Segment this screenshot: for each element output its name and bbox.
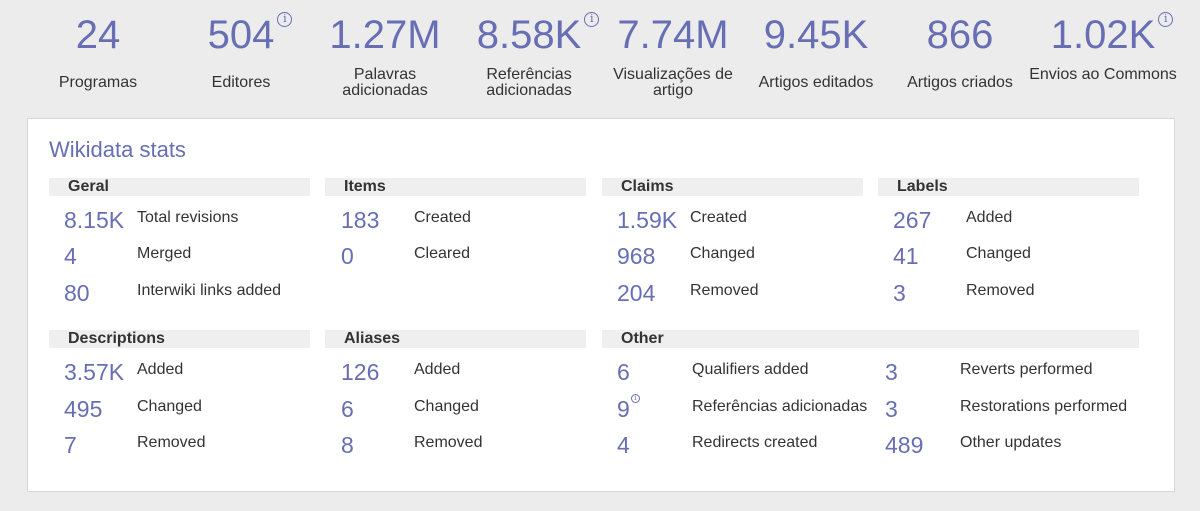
stat-label: Removed	[966, 282, 1035, 299]
stat-value: 6	[617, 359, 630, 385]
stat-artigos-editados: 9.45K Artigos editados	[741, 8, 891, 91]
stat-value: 8	[341, 432, 354, 458]
stat-value: 1.27M	[329, 13, 441, 57]
stat-label: Reverts performed	[960, 361, 1093, 378]
stat-label: Changed	[966, 245, 1031, 262]
stat-label: Created	[414, 209, 471, 226]
stat-label: Artigos criados	[907, 74, 1013, 91]
stat-value: 3	[885, 396, 898, 422]
stat-label: Restorations performed	[960, 398, 1128, 415]
stat-label: Visualizações de artigo	[613, 66, 733, 99]
stat-value: 7	[64, 432, 77, 458]
section-header-descriptions: Descriptions	[49, 330, 310, 348]
stat-value: 8.15K	[64, 207, 125, 233]
stat-label: Redirects created	[692, 434, 818, 451]
stat-value-text: 8.58K	[476, 13, 582, 57]
section-header-aliases: Aliases	[325, 330, 586, 348]
stat-label: Other updates	[960, 434, 1062, 451]
wikidata-stats-card: Wikidata stats Geral Items Claims Labels…	[27, 118, 1175, 492]
stat-value: 1.02K i	[1050, 8, 1174, 62]
stat-label: Cleared	[414, 245, 471, 262]
stat-value: 495	[64, 396, 103, 422]
stat-label: Artigos editados	[758, 74, 874, 91]
stat-value: 9i	[617, 394, 640, 422]
stat-label: Removed	[690, 282, 759, 299]
stat-value: 183	[341, 207, 380, 233]
stat-value: 968	[617, 243, 656, 269]
stat-label: Removed	[414, 434, 483, 451]
section-header-items: Items	[325, 178, 586, 196]
stat-label: Changed	[414, 398, 479, 415]
stat-label: Programas	[58, 74, 138, 91]
stat-value: 3.57K	[64, 359, 125, 385]
stat-label: Total revisions	[137, 209, 239, 226]
stat-value-text: 504	[207, 13, 275, 57]
stat-value: 0	[341, 243, 354, 269]
stat-artigos-criados: 866 Artigos criados	[885, 8, 1035, 91]
stat-value: 6	[341, 396, 354, 422]
stat-label: Referências adicionadas	[486, 66, 572, 99]
stat-value: 3	[893, 280, 906, 306]
section-header-labels: Labels	[878, 178, 1139, 196]
info-icon[interactable]: i	[630, 394, 640, 403]
stat-value: 1.59K	[617, 207, 678, 233]
stat-value: 7.74M	[617, 13, 729, 57]
stat-value: 4	[617, 432, 630, 458]
stat-value: 504 i	[207, 8, 293, 62]
stat-visualizacoes: 7.74M Visualizações de artigo	[598, 8, 748, 99]
stat-label: Removed	[137, 434, 206, 451]
stat-label: Changed	[137, 398, 202, 415]
stat-label: Created	[690, 209, 747, 226]
stat-value: 8.58K i	[476, 8, 600, 62]
section-header-other: Other	[602, 330, 1139, 348]
section-header-claims: Claims	[602, 178, 863, 196]
stat-value: 80	[64, 280, 90, 306]
stat-editores: 504 i Editores	[166, 8, 316, 91]
stat-value-text: 9	[617, 396, 630, 422]
stat-value: 267	[893, 207, 932, 233]
stat-label: Qualifiers added	[692, 361, 809, 378]
stat-label: Added	[137, 361, 184, 378]
stat-value: 4	[64, 243, 77, 269]
stat-value: 9.45K	[763, 13, 869, 57]
stat-label: Palavras adicionadas	[342, 66, 428, 99]
stat-programas: 24 Programas	[23, 8, 173, 91]
stat-value: 204	[617, 280, 656, 306]
info-icon[interactable]: i	[277, 12, 293, 27]
stat-label: Merged	[137, 245, 192, 262]
stat-label: Changed	[690, 245, 755, 262]
card-title: Wikidata stats	[49, 137, 186, 162]
stat-value: 3	[885, 359, 898, 385]
stat-label: Added	[966, 209, 1013, 226]
stat-value: 41	[893, 243, 919, 269]
stat-label: Envios ao Commons	[1029, 66, 1177, 83]
stat-label: Interwiki links added	[137, 282, 282, 299]
info-icon[interactable]: i	[1158, 12, 1174, 27]
stat-label: Added	[414, 361, 461, 378]
stat-palavras: 1.27M Palavras adicionadas	[310, 8, 460, 99]
stat-label: Referências adicionadas	[692, 398, 868, 415]
stat-value: 24	[75, 13, 121, 57]
stat-commons: 1.02K i Envios ao Commons	[1028, 8, 1178, 83]
stat-label: Editores	[211, 74, 271, 91]
stat-value: 126	[341, 359, 380, 385]
stat-value-text: 1.02K	[1050, 13, 1156, 57]
section-header-geral: Geral	[49, 178, 310, 196]
stat-value: 489	[885, 432, 924, 458]
stat-value: 866	[926, 13, 994, 57]
stat-referencias: 8.58K i Referências adicionadas	[454, 8, 604, 99]
